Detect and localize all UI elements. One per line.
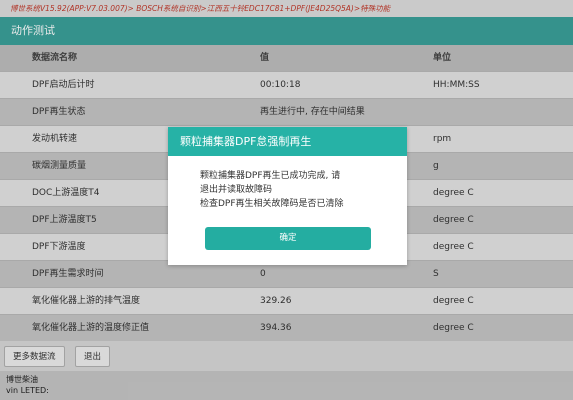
dialog-message-line: 检查DPF再生相关故障码是否已清除 (200, 199, 344, 209)
confirm-button[interactable]: 确定 (205, 227, 371, 250)
dialog-message: 颗粒捕集器DPF再生已成功完成, 请 退出并读取故障码 检查DPF再生相关故障码… (200, 169, 400, 211)
dialog-message-line: 颗粒捕集器DPF再生已成功完成, 请 (200, 171, 341, 181)
dpf-regeneration-dialog: 颗粒捕集器DPF怠强制再生 颗粒捕集器DPF再生已成功完成, 请 退出并读取故障… (168, 127, 407, 265)
dialog-message-line: 退出并读取故障码 (200, 185, 273, 195)
dialog-title: 颗粒捕集器DPF怠强制再生 (168, 127, 407, 156)
